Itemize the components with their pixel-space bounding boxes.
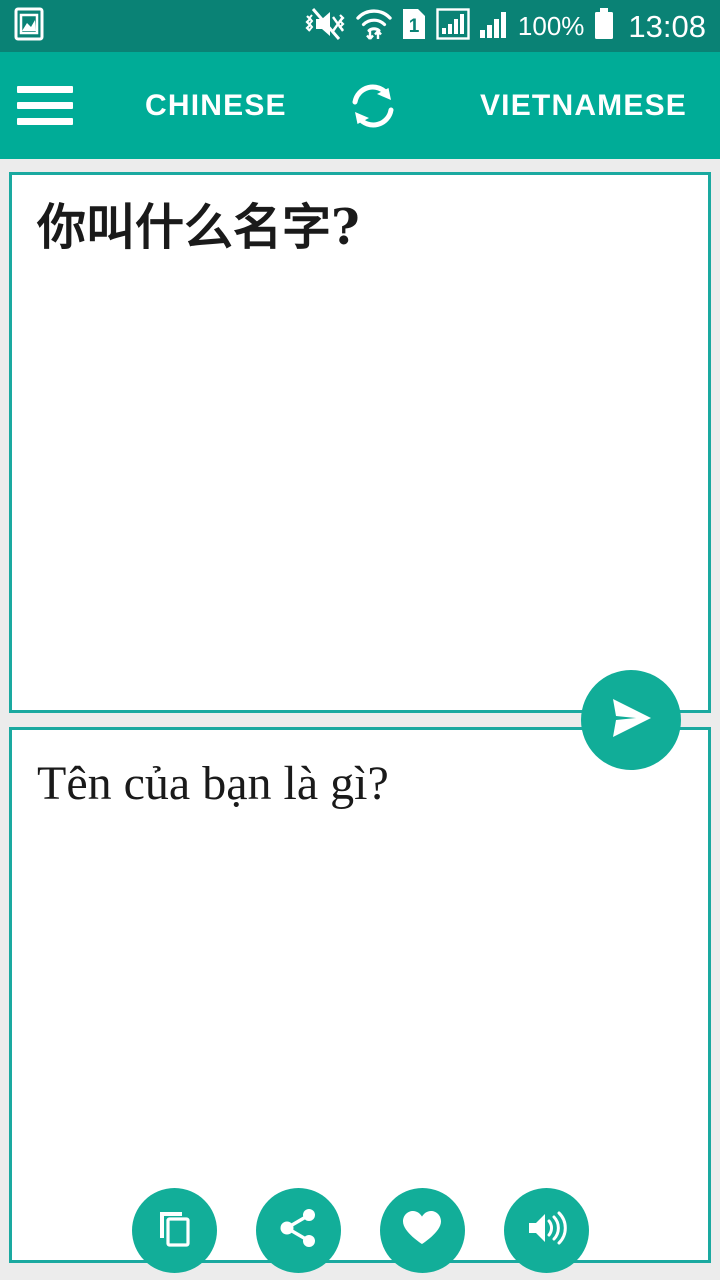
- translator-app-screen: 1 100% 13:08 CHINESE VIETNAMESE 你叫什么名字? …: [0, 0, 720, 1280]
- copy-icon: [152, 1206, 196, 1255]
- target-language-button[interactable]: VIETNAMESE: [480, 89, 687, 123]
- signal-bars-boxed-icon: [436, 7, 470, 46]
- share-button[interactable]: [255, 1188, 341, 1273]
- svg-text:1: 1: [409, 16, 420, 37]
- translate-send-button[interactable]: [581, 670, 681, 770]
- translation-panel[interactable]: Tên của bạn là gì?: [9, 727, 711, 1273]
- status-bar-clock: 13:08: [628, 8, 706, 44]
- source-text[interactable]: 你叫什么名字?: [37, 199, 683, 256]
- signal-bars-icon: [479, 7, 509, 46]
- gallery-notification-icon: [14, 7, 44, 46]
- copy-button[interactable]: [131, 1188, 217, 1273]
- source-language-button[interactable]: CHINESE: [145, 89, 287, 123]
- battery-percent-label: 100%: [517, 11, 585, 41]
- speak-translation-button[interactable]: [503, 1188, 589, 1273]
- share-icon: [276, 1206, 320, 1255]
- hamburger-line: [17, 86, 73, 93]
- swap-languages-icon[interactable]: [342, 75, 404, 137]
- app-header: CHINESE VIETNAMESE: [0, 52, 720, 159]
- translation-actions: [12, 1188, 708, 1273]
- status-bar: 1 100% 13:08: [0, 0, 720, 52]
- sim-1-icon: 1: [401, 7, 427, 46]
- status-bar-notifications: [14, 7, 44, 46]
- speaker-icon: [523, 1205, 569, 1256]
- hamburger-line: [17, 102, 73, 109]
- favorite-button[interactable]: [379, 1188, 465, 1273]
- hamburger-line: [17, 118, 73, 125]
- battery-icon: [593, 7, 615, 46]
- source-text-panel[interactable]: 你叫什么名字?: [9, 172, 711, 827]
- translation-text: Tên của bạn là gì?: [37, 757, 389, 810]
- wifi-transfer-icon: [356, 7, 392, 46]
- send-icon: [603, 690, 659, 751]
- hamburger-menu-icon[interactable]: [17, 86, 73, 125]
- vibrate-mute-icon: [303, 7, 347, 46]
- status-bar-system-icons: 1 100% 13:08: [303, 7, 706, 46]
- heart-icon: [399, 1205, 445, 1256]
